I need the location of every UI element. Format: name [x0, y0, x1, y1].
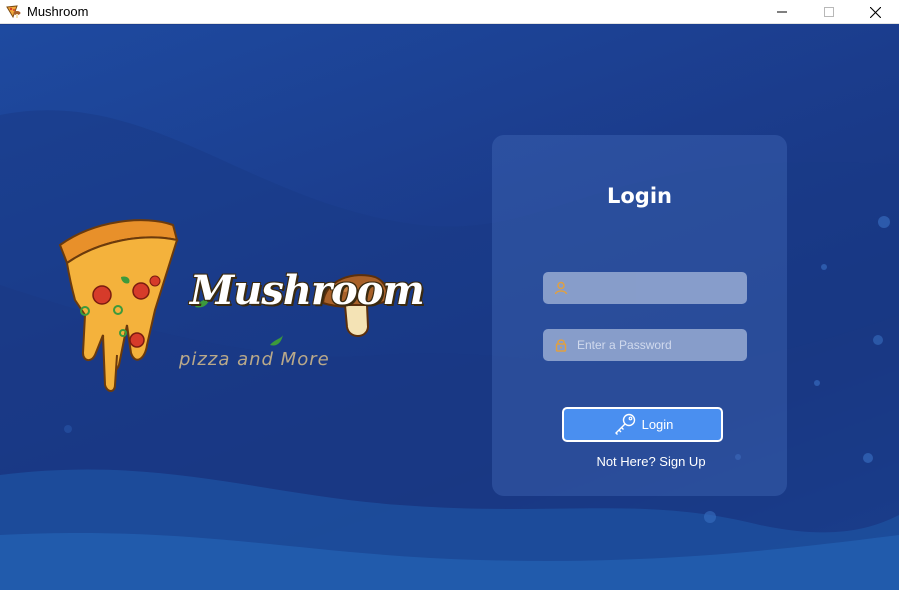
- password-field[interactable]: [543, 329, 747, 361]
- login-title: Login: [607, 184, 672, 208]
- login-screen: Mushroom pizza and More Login Login Not …: [0, 25, 899, 590]
- login-button[interactable]: Login: [562, 407, 723, 442]
- lock-icon: [555, 339, 567, 352]
- logo-wordmark: Mushroom: [190, 267, 425, 314]
- app-icon: [6, 4, 21, 18]
- user-icon: [554, 281, 568, 295]
- logo-tagline: pizza and More: [179, 349, 330, 370]
- close-icon: [870, 6, 881, 18]
- close-button[interactable]: [852, 0, 899, 24]
- login-panel: Login Login Not Here? Sign Up: [492, 135, 787, 496]
- username-input[interactable]: [577, 273, 747, 303]
- brand-logo: Mushroom pizza and More: [55, 215, 425, 395]
- login-button-label: Login: [641, 417, 674, 432]
- password-input[interactable]: [577, 330, 747, 360]
- minimize-button[interactable]: [758, 0, 805, 24]
- maximize-icon: [823, 7, 834, 17]
- minimize-icon: [776, 11, 787, 13]
- key-icon: [614, 413, 635, 435]
- title-bar: Mushroom: [0, 0, 899, 24]
- username-field[interactable]: [543, 272, 747, 304]
- window-title: Mushroom: [27, 4, 89, 19]
- window-controls: [758, 0, 899, 24]
- maximize-button[interactable]: [805, 0, 852, 24]
- signup-link[interactable]: Not Here? Sign Up: [492, 454, 810, 469]
